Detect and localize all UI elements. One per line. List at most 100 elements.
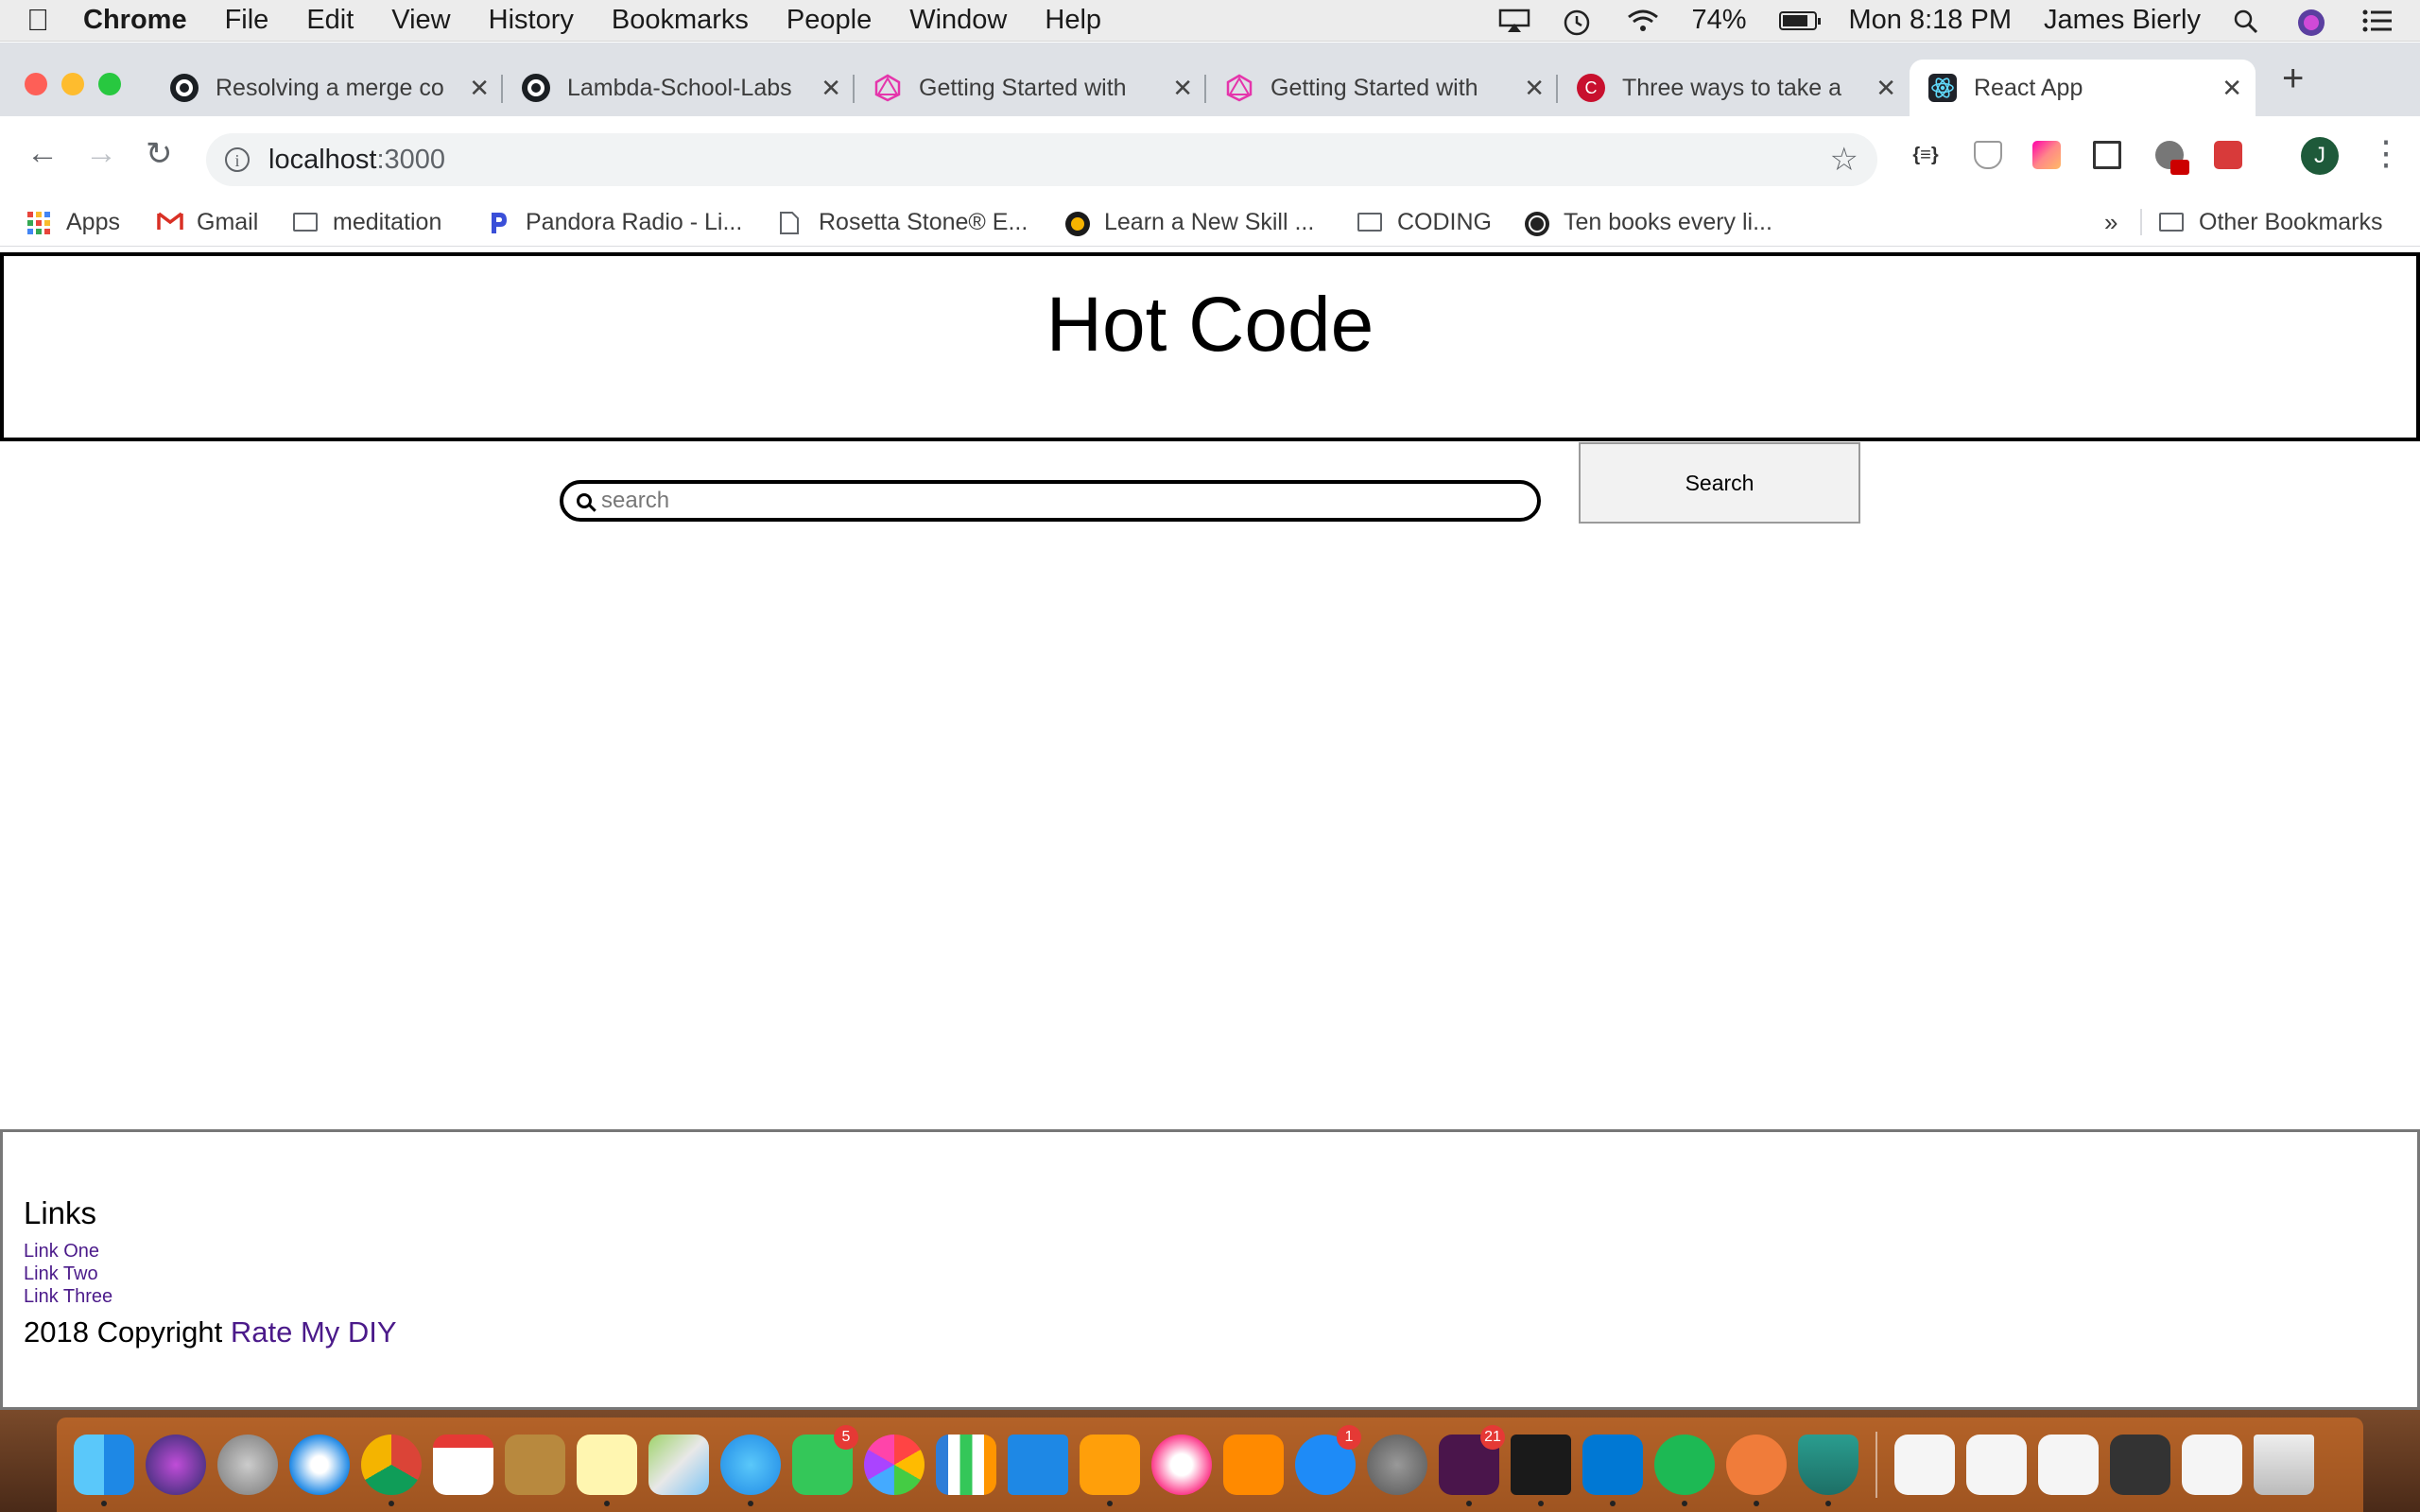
recent-window-thumbnail[interactable]: [2038, 1435, 2099, 1495]
footer-link-one[interactable]: Link One: [24, 1240, 2417, 1263]
bookmark-apps[interactable]: Apps: [26, 198, 120, 247]
profile-avatar[interactable]: J: [2301, 137, 2339, 175]
airplay-icon[interactable]: [1498, 9, 1530, 33]
footer-link-three[interactable]: Link Three: [24, 1285, 2417, 1308]
tab-getting-started-1[interactable]: Getting Started with ✕: [855, 60, 1206, 116]
more-menu-icon[interactable]: ⋮: [2369, 133, 2403, 173]
bookmark-meditation[interactable]: meditation: [293, 198, 441, 247]
messages-icon[interactable]: [720, 1435, 781, 1506]
tab-getting-started-2[interactable]: Getting Started with ✕: [1206, 60, 1558, 116]
close-tab-icon[interactable]: ✕: [1876, 74, 1896, 103]
itunes-icon[interactable]: [1151, 1435, 1212, 1495]
bookmark-ten-books[interactable]: Ten books every li...: [1524, 198, 1772, 247]
tab-lambda-school[interactable]: Lambda-School-Labs ✕: [503, 60, 855, 116]
menu-app-chrome[interactable]: Chrome: [83, 5, 187, 36]
ibooks-icon[interactable]: [1223, 1435, 1284, 1495]
launchpad-icon[interactable]: [217, 1435, 278, 1495]
slack-icon[interactable]: 21: [1439, 1425, 1505, 1506]
close-tab-icon[interactable]: ✕: [821, 74, 841, 103]
forward-arrow-icon[interactable]: →: [85, 135, 117, 172]
facetime-icon[interactable]: 5: [792, 1425, 858, 1495]
notes-icon[interactable]: [577, 1435, 637, 1506]
siri-icon[interactable]: [2297, 9, 2329, 36]
bookmark-gmail[interactable]: Gmail: [157, 198, 258, 247]
system-preferences-icon[interactable]: [1367, 1435, 1427, 1495]
minimize-window-button[interactable]: [61, 73, 84, 95]
notification-center-icon[interactable]: [2361, 9, 2394, 33]
color-extension-icon[interactable]: [2032, 141, 2061, 169]
footer-link-two[interactable]: Link Two: [24, 1263, 2417, 1285]
menu-people[interactable]: People: [786, 5, 872, 36]
wifi-icon[interactable]: [1627, 9, 1659, 33]
menu-edit[interactable]: Edit: [306, 5, 354, 36]
vscode-icon[interactable]: [1582, 1435, 1643, 1506]
calendar-icon[interactable]: [433, 1435, 493, 1495]
close-tab-icon[interactable]: ✕: [469, 74, 490, 103]
tab-react-app[interactable]: React App ✕: [1910, 60, 2256, 116]
time-machine-icon[interactable]: [1563, 9, 1595, 35]
siri-icon[interactable]: [146, 1435, 206, 1495]
finder-icon[interactable]: [74, 1435, 134, 1506]
screenshot-extension-icon[interactable]: [2093, 141, 2121, 169]
menu-bookmarks[interactable]: Bookmarks: [612, 5, 749, 36]
blocked-extension-icon[interactable]: [2155, 141, 2189, 175]
recent-window-thumbnail[interactable]: [1894, 1435, 1955, 1495]
bookmark-star-icon[interactable]: ☆: [1830, 141, 1858, 179]
address-bar[interactable]: i localhost :3000 ☆: [206, 133, 1877, 186]
recent-window-thumbnail[interactable]: [1966, 1435, 2027, 1495]
tab-three-ways[interactable]: C Three ways to take a ✕: [1558, 60, 1910, 116]
battery-icon[interactable]: [1778, 10, 1821, 30]
safari-icon[interactable]: [289, 1435, 350, 1495]
apple-menu-icon[interactable]: : [26, 3, 49, 38]
menu-view[interactable]: View: [391, 5, 450, 36]
back-arrow-icon[interactable]: ←: [26, 135, 59, 172]
bookmark-other-bookmarks[interactable]: Other Bookmarks: [2159, 198, 2383, 247]
pages-icon[interactable]: [1080, 1435, 1140, 1506]
zoom-window-button[interactable]: [98, 73, 121, 95]
bookmarks-overflow-chevron[interactable]: »: [2104, 198, 2118, 247]
new-tab-plus-icon[interactable]: +: [2282, 58, 2304, 100]
user-name[interactable]: James Bierly: [2044, 5, 2201, 36]
react-devtools-extension-icon[interactable]: [2214, 141, 2242, 169]
shield-extension-icon[interactable]: [1974, 141, 2002, 169]
bookmark-rosetta-stone[interactable]: Rosetta Stone® E...: [779, 198, 1028, 247]
bookmark-coding[interactable]: CODING: [1357, 198, 1492, 247]
vpn-shield-icon[interactable]: [1798, 1435, 1858, 1506]
bookmark-pandora[interactable]: Pandora Radio - Li...: [486, 198, 742, 247]
url-host: localhost: [268, 144, 377, 175]
bookmark-learn-new-skill[interactable]: Learn a New Skill ...: [1064, 198, 1314, 247]
copyright-link[interactable]: Rate My DIY: [231, 1315, 397, 1349]
tab-resolving-merge[interactable]: Resolving a merge co ✕: [151, 60, 503, 116]
menu-history[interactable]: History: [489, 5, 574, 36]
spotlight-search-icon[interactable]: [2233, 9, 2265, 33]
menu-file[interactable]: File: [225, 5, 269, 36]
close-tab-icon[interactable]: ✕: [1172, 74, 1193, 103]
recent-window-thumbnail[interactable]: [2182, 1435, 2242, 1495]
postman-icon[interactable]: [1726, 1435, 1787, 1506]
app-store-icon[interactable]: 1: [1295, 1425, 1361, 1495]
close-tab-icon[interactable]: ✕: [2221, 74, 2242, 103]
numbers-icon[interactable]: [936, 1435, 996, 1495]
close-tab-icon[interactable]: ✕: [1524, 74, 1545, 103]
trash-icon[interactable]: [2254, 1435, 2314, 1495]
menu-help[interactable]: Help: [1045, 5, 1101, 36]
clock[interactable]: Mon 8:18 PM: [1849, 5, 2012, 36]
search-input[interactable]: [599, 487, 1537, 515]
copyright: 2018 Copyright Rate My DIY: [24, 1314, 2417, 1351]
keynote-icon[interactable]: [1008, 1435, 1068, 1495]
json-viewer-extension-icon[interactable]: {≡}: [1911, 141, 1940, 169]
chrome-icon[interactable]: [361, 1435, 422, 1506]
reload-icon[interactable]: ↻: [146, 135, 173, 173]
photos-icon[interactable]: [864, 1435, 925, 1495]
recent-window-thumbnail[interactable]: [2110, 1435, 2170, 1495]
maps-icon[interactable]: [648, 1435, 709, 1495]
contacts-icon[interactable]: [505, 1435, 565, 1495]
spotify-icon[interactable]: [1654, 1435, 1715, 1506]
search-field[interactable]: [560, 480, 1541, 522]
site-info-icon[interactable]: i: [225, 147, 250, 172]
search-button[interactable]: Search: [1579, 442, 1860, 524]
running-indicator: [1825, 1501, 1831, 1506]
close-window-button[interactable]: [25, 73, 47, 95]
terminal-icon[interactable]: [1511, 1435, 1571, 1506]
menu-window[interactable]: Window: [909, 5, 1007, 36]
